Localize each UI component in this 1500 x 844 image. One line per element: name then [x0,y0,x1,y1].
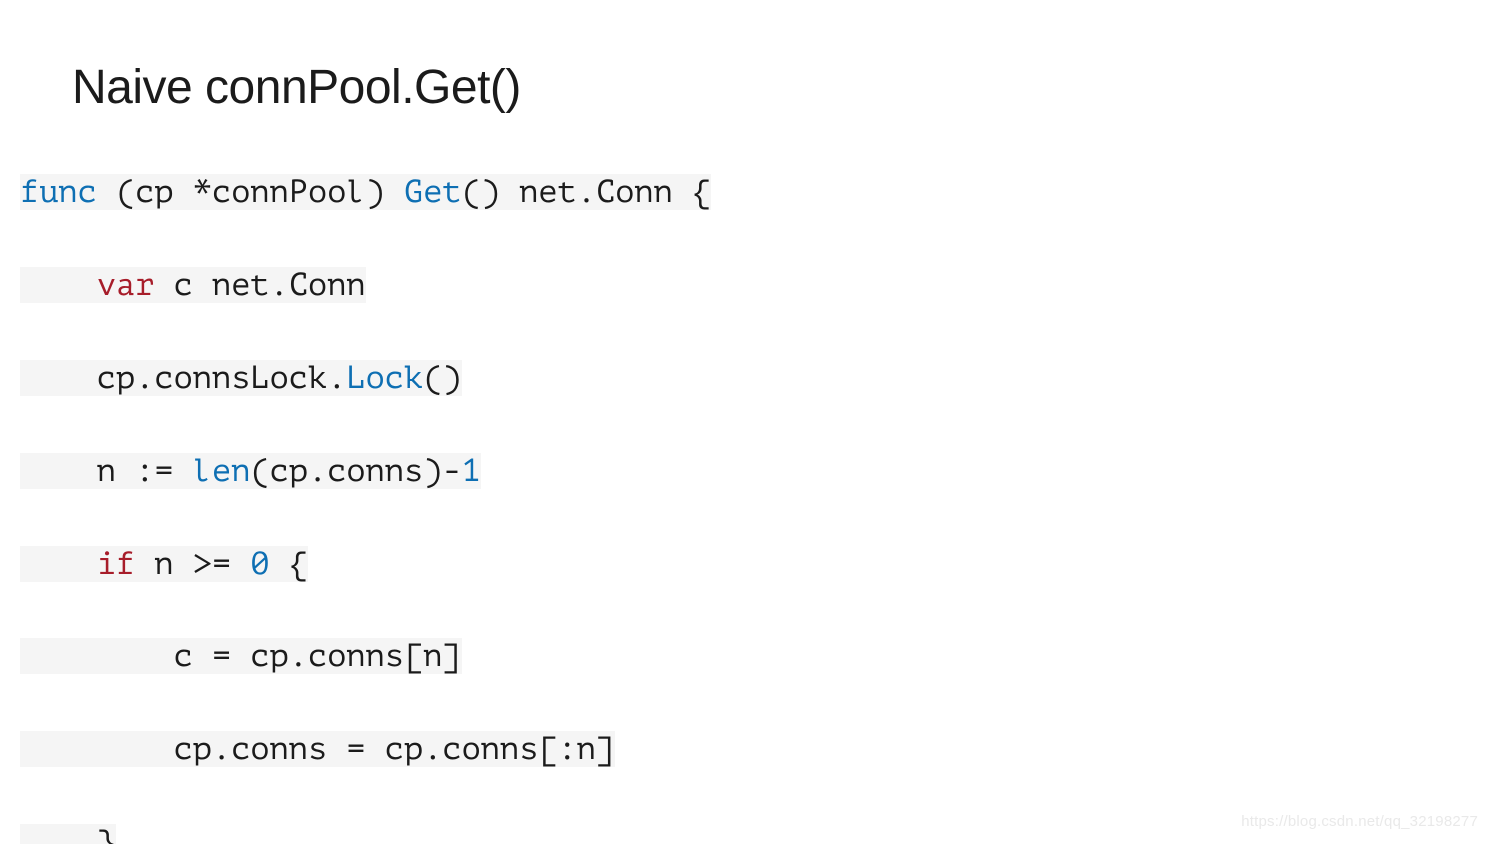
watermark-text: https://blog.csdn.net/qq_32198277 [1241,813,1478,830]
code-line: n := len(cp.conns)-1 [20,448,1500,494]
code-line: if n >= 0 { [20,541,1500,587]
code-line: c = cp.conns[n] [20,633,1500,679]
code-line: var c net.Conn [20,262,1500,308]
code-line: cp.conns = cp.conns[:n] [20,726,1500,772]
slide-title: Naive connPool.Get() [0,0,1500,123]
code-block: func (cp *connPool) Get() net.Conn { var… [0,123,1500,844]
code-line: cp.connsLock.Lock() [20,355,1500,401]
code-line: func (cp *connPool) Get() net.Conn { [20,169,1500,215]
